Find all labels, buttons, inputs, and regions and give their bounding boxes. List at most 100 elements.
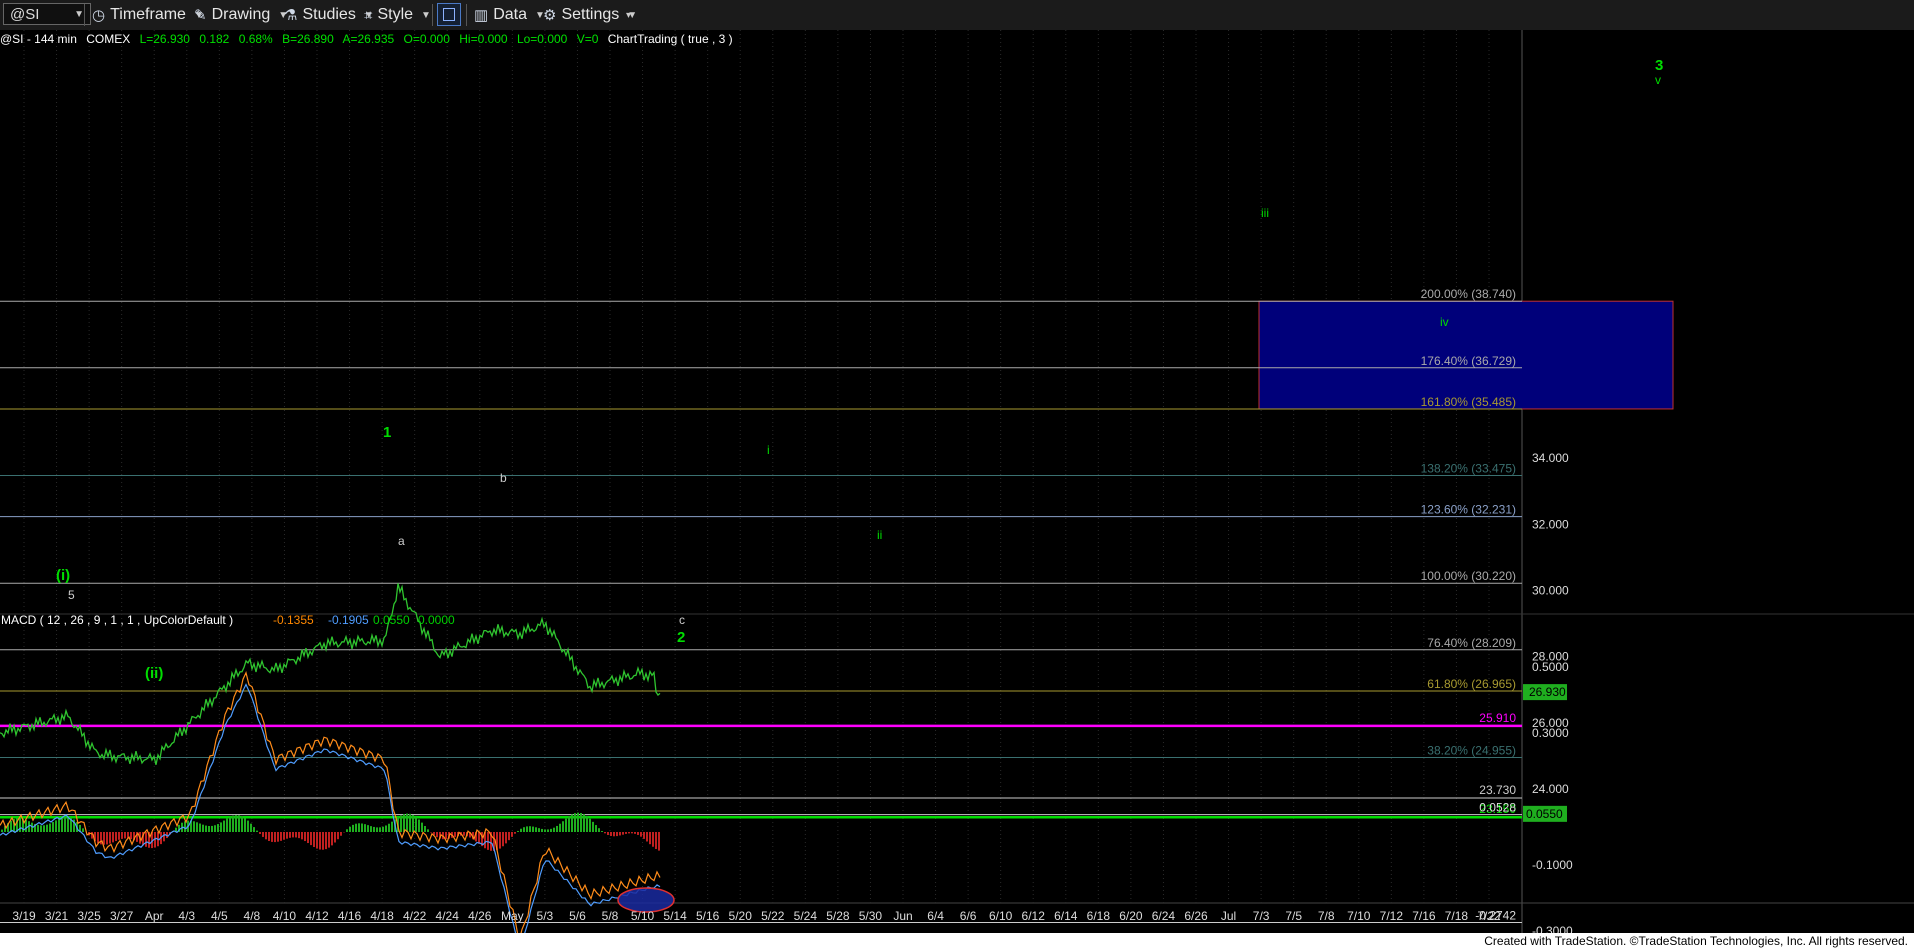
fib-level-label: 200.00% (38.740) bbox=[1421, 287, 1516, 301]
date-axis-label: 5/16 bbox=[696, 909, 720, 923]
fib-level-label: 76.40% (28.209) bbox=[1427, 636, 1516, 650]
info-exchange: COMEX bbox=[86, 32, 131, 46]
studies-label: Studies bbox=[302, 6, 356, 23]
date-axis-label: 6/10 bbox=[989, 909, 1013, 923]
wave-label: (ii) bbox=[145, 665, 163, 682]
date-axis-label: 4/3 bbox=[178, 909, 195, 923]
price-axis-label: 32.000 bbox=[1532, 517, 1569, 531]
macd-level-label: 0.0528 bbox=[1479, 801, 1516, 815]
price-axis-label: 34.000 bbox=[1532, 451, 1569, 465]
date-axis-label: 5/10 bbox=[631, 909, 655, 923]
settings-button[interactable]: ⚙ Settings ▼ bbox=[543, 4, 637, 26]
macd-axis-label: -0.3000 bbox=[1532, 924, 1573, 933]
fib-level-label: 123.60% (32.231) bbox=[1421, 503, 1516, 517]
layout-icon bbox=[443, 8, 455, 21]
date-axis-label: 7/18 bbox=[1445, 909, 1469, 923]
style-button[interactable]: ⌗ Style ▼ bbox=[364, 4, 431, 26]
date-axis-label: Apr bbox=[145, 909, 164, 923]
date-axis-label: 3/21 bbox=[45, 909, 69, 923]
date-axis-label: 3/25 bbox=[77, 909, 101, 923]
info-symbol: @SI - 144 min bbox=[0, 32, 77, 46]
wave-label: c bbox=[679, 613, 685, 627]
price-chart[interactable]: 38.00036.00034.00032.00030.00028.00026.0… bbox=[0, 30, 1914, 933]
macd-value-3: 0.0550 bbox=[373, 613, 410, 627]
timeframe-button[interactable]: ◷ Timeframe ▼ bbox=[92, 4, 204, 26]
chevron-down-icon[interactable]: ▼ bbox=[74, 9, 84, 20]
date-axis-label: 4/26 bbox=[468, 909, 492, 923]
toolbar: @SI ▼ ◷ Timeframe ▼ ✎ Drawing ▼ ⚗ Studie… bbox=[0, 0, 1914, 31]
drawing-button[interactable]: ✎ Drawing ▼ bbox=[194, 4, 288, 26]
date-axis-label: 5/22 bbox=[761, 909, 785, 923]
date-axis-label: 3/27 bbox=[110, 909, 134, 923]
symbol-value: @SI bbox=[10, 5, 40, 23]
date-axis-label: 5/6 bbox=[569, 909, 586, 923]
toolbar-more-icon[interactable]: ▾ bbox=[626, 10, 631, 21]
price-axis-label: 30.000 bbox=[1532, 584, 1569, 598]
date-axis-label: 4/8 bbox=[244, 909, 261, 923]
date-axis-label: 3/19 bbox=[12, 909, 36, 923]
fib-level-label: 138.20% (33.475) bbox=[1421, 461, 1516, 475]
fib-level-label: 100.00% (30.220) bbox=[1421, 569, 1516, 583]
info-change: 0.182 bbox=[199, 32, 230, 46]
wave-label: (i) bbox=[56, 567, 70, 584]
macd-current-text: 0.0550 bbox=[1526, 807, 1563, 821]
current-price-text: 26.930 bbox=[1529, 685, 1566, 699]
separator bbox=[84, 4, 85, 26]
studies-icon: ⚗ bbox=[284, 7, 298, 24]
date-axis-label: 5/30 bbox=[859, 909, 883, 923]
timeframe-icon: ◷ bbox=[92, 7, 106, 24]
data-button[interactable]: ▥ Data ▼ bbox=[474, 4, 545, 26]
fib-level-label: 61.80% (26.965) bbox=[1427, 677, 1516, 691]
bar-chart-icon: ▥ bbox=[474, 7, 489, 24]
gear-icon: ⚙ bbox=[543, 7, 557, 24]
macd-axis-label: -0.1000 bbox=[1532, 858, 1573, 872]
studies-button[interactable]: ⚗ Studies ▼ bbox=[284, 4, 374, 26]
layout-toggle-button[interactable] bbox=[437, 3, 461, 26]
date-axis-label: Jul bbox=[1221, 909, 1236, 923]
macd-axis-label: 0.5000 bbox=[1532, 660, 1569, 674]
chevron-down-icon: ▼ bbox=[421, 9, 431, 21]
date-axis-label: 4/10 bbox=[273, 909, 297, 923]
info-ask: A=26.935 bbox=[342, 32, 395, 46]
wave-label: 5 bbox=[68, 588, 75, 602]
info-hi: Hi=0.000 bbox=[459, 32, 508, 46]
date-axis-label: May bbox=[501, 909, 524, 923]
date-axis-label: 6/18 bbox=[1087, 909, 1111, 923]
date-axis-label: 5/28 bbox=[826, 909, 850, 923]
info-last: L=26.930 bbox=[139, 32, 190, 46]
info-lo: Lo=0.000 bbox=[516, 32, 568, 46]
info-open: O=0.000 bbox=[403, 32, 450, 46]
date-axis-label: 6/26 bbox=[1184, 909, 1208, 923]
info-study: ChartTrading ( true , 3 ) bbox=[607, 32, 733, 46]
wave-label: b bbox=[500, 471, 507, 485]
fib-level-label: 161.80% (35.485) bbox=[1421, 395, 1516, 409]
date-axis-label: 4/22 bbox=[403, 909, 427, 923]
macd-label: MACD ( 12 , 26 , 9 , 1 , 1 , UpColorDefa… bbox=[1, 613, 233, 627]
support-level-label: 23.730 bbox=[1479, 783, 1516, 797]
date-axis-label: 6/4 bbox=[927, 909, 944, 923]
wave-label: 1 bbox=[383, 424, 391, 441]
date-axis-label: 5/24 bbox=[794, 909, 818, 923]
separator bbox=[432, 4, 433, 26]
wave-label: a bbox=[398, 534, 405, 548]
date-axis-label: 4/5 bbox=[211, 909, 228, 923]
macd-axis-label: 0.3000 bbox=[1532, 726, 1569, 740]
date-axis-label: 7/5 bbox=[1285, 909, 1302, 923]
date-axis-label: 5/20 bbox=[729, 909, 753, 923]
wave-label: 3 bbox=[1655, 57, 1663, 74]
wave-label: 2 bbox=[677, 629, 685, 646]
fib-level-label: 176.40% (36.729) bbox=[1421, 354, 1516, 368]
data-label: Data bbox=[493, 6, 527, 23]
support-level-label: 25.910 bbox=[1479, 711, 1516, 725]
timeframe-label: Timeframe bbox=[110, 6, 186, 23]
wave-label: iii bbox=[1261, 206, 1269, 220]
wave-label: iv bbox=[1440, 315, 1449, 329]
date-axis-label: 4/24 bbox=[436, 909, 460, 923]
style-icon: ⌗ bbox=[364, 6, 373, 24]
wave-label: v bbox=[1655, 73, 1661, 87]
symbol-input[interactable]: @SI ▼ bbox=[3, 3, 91, 25]
info-pct: 0.68% bbox=[238, 32, 273, 46]
date-axis-label: 4/18 bbox=[370, 909, 394, 923]
date-axis-label: 6/24 bbox=[1152, 909, 1176, 923]
date-axis-label: 6/12 bbox=[1022, 909, 1046, 923]
